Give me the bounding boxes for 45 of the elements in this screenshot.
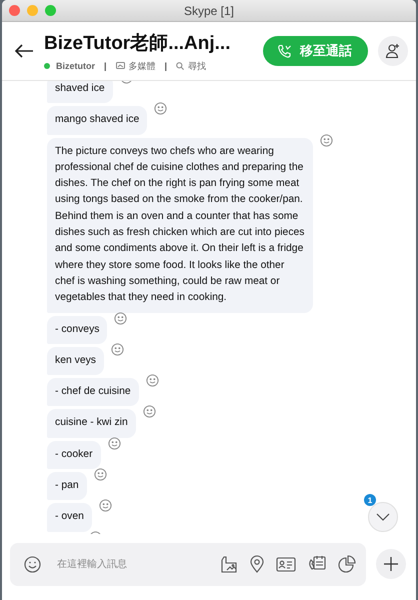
message-bubble: - chef de cuisine [47, 378, 139, 406]
window-title: Skype [1] [184, 4, 234, 18]
zoom-button[interactable] [45, 5, 56, 16]
add-person-icon [385, 43, 401, 59]
search-icon [176, 62, 184, 70]
emoji-icon[interactable] [98, 499, 112, 512]
location-pin-icon[interactable] [250, 555, 264, 573]
message-bubble: The picture conveys two chefs who are wearing professional chef de cuisine clothes and preparing the dishes. The chef on the right is pan frying some meat using tongs based on the smoke from the cooker/pan. Behind them is an oven and a counter that has some dishes such as fresh chicken which are cut into pieces and some condiments above it. On their left is a fridge where they store some food. It looks like the other chef is washing something, could be raw meat or vegetables that they need in cooking. [47, 138, 313, 313]
separator-text: | [164, 61, 168, 71]
contact-card-icon[interactable] [276, 556, 296, 572]
message-bubble: - oven [47, 503, 92, 532]
scroll-down-button[interactable] [368, 502, 398, 532]
emoji-icon[interactable] [24, 556, 41, 572]
emoji-icon[interactable] [108, 436, 121, 450]
emoji-icon[interactable] [114, 312, 128, 325]
message-bubble: ken veys [47, 346, 104, 376]
emoji-icon[interactable] [154, 102, 168, 116]
message-bubble: - conveys [47, 316, 108, 344]
gallery-icon[interactable] [220, 556, 238, 572]
message-bubble: - pan [47, 472, 87, 500]
emoji-icon[interactable] [111, 342, 124, 356]
emoji-icon[interactable] [94, 468, 107, 482]
gallery-icon [116, 62, 125, 70]
chevron-down-icon [376, 513, 390, 521]
message-bubble: - cooker [47, 440, 101, 470]
emoji-icon[interactable] [146, 374, 159, 388]
phone-icon [277, 44, 292, 58]
message-bubble: mango shaved ice [47, 106, 148, 135]
back-arrow-icon[interactable] [14, 43, 34, 59]
header-link[interactable]: 尋找 [176, 60, 206, 72]
add-person-button[interactable] [378, 36, 408, 66]
emoji-icon[interactable] [320, 134, 333, 147]
pie-chart-icon[interactable] [338, 555, 356, 573]
header-link[interactable]: 多媒體 [116, 60, 156, 72]
message-bubble: shaved ice [47, 81, 113, 104]
plus-icon [384, 557, 398, 571]
add-button[interactable] [376, 549, 406, 579]
contact-name: Bizetutor [56, 61, 95, 71]
separator-text: | [103, 61, 108, 71]
emoji-icon[interactable] [142, 405, 156, 418]
online-status-dot [44, 63, 50, 69]
chat-title: BizeTutor老師...Anj... [44, 32, 232, 56]
unread-badge: 1 [364, 494, 376, 506]
close-button[interactable] [9, 5, 20, 16]
message-bubble: cuisine - kwi zin [47, 409, 136, 438]
